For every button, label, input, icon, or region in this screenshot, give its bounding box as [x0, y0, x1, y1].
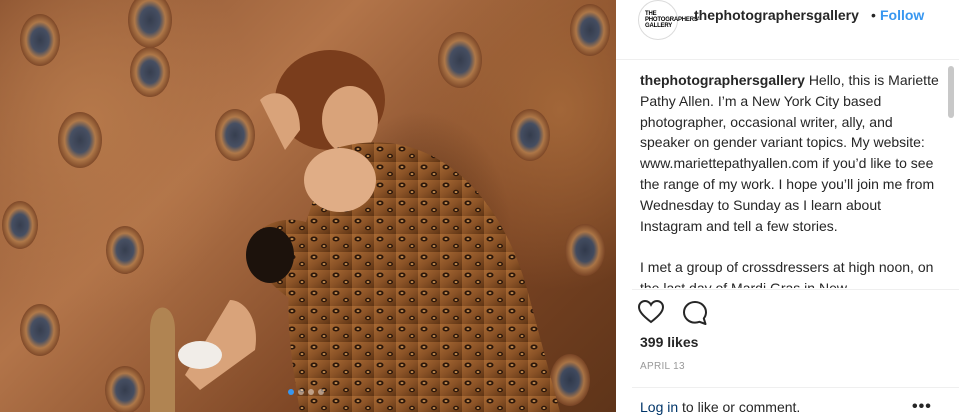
- carousel-dot: [298, 389, 304, 395]
- header-separator: •: [871, 7, 876, 23]
- follow-button[interactable]: Follow: [880, 7, 924, 23]
- caption-text: I met a group of crossdressers at high n…: [640, 259, 934, 288]
- carousel-dot: [318, 389, 324, 395]
- caption: thephotographersgallery Hello, this is M…: [640, 70, 945, 288]
- login-link[interactable]: Log in: [640, 399, 678, 415]
- post-side-panel: THE PHOTOGRAPHERS' GALLERY thephotograph…: [616, 0, 959, 415]
- scrollbar-thumb[interactable]: [948, 66, 954, 118]
- caption-paragraph: thephotographersgallery Hello, this is M…: [640, 70, 945, 236]
- login-prompt-text: to like or comment.: [678, 399, 801, 415]
- divider: [632, 289, 959, 290]
- divider: [632, 387, 959, 388]
- caption-scrollbar[interactable]: [948, 60, 954, 290]
- post-date: APRIL 13: [640, 361, 685, 372]
- post-header: THE PHOTOGRAPHERS' GALLERY thephotograph…: [616, 0, 959, 60]
- avatar-text-line: GALLERY: [645, 23, 673, 29]
- caption-scroll-area[interactable]: thephotographersgallery Hello, this is M…: [640, 70, 945, 288]
- caption-text: Hello, this is Mariette Pathy Allen. I’m…: [640, 72, 939, 234]
- carousel-indicator: [288, 389, 324, 395]
- avatar[interactable]: THE PHOTOGRAPHERS' GALLERY: [638, 0, 699, 40]
- carousel-dot: [308, 389, 314, 395]
- photo-artwork: [2, 0, 610, 412]
- comment-icon[interactable]: [682, 300, 708, 326]
- login-prompt: Log in to like or comment.: [640, 399, 800, 415]
- heart-icon[interactable]: [637, 299, 665, 324]
- caption-username-link[interactable]: thephotographersgallery: [640, 72, 805, 88]
- likes-count[interactable]: 399 likes: [640, 334, 698, 350]
- header-username-link[interactable]: thephotographersgallery: [694, 7, 859, 23]
- caption-paragraph: I met a group of crossdressers at high n…: [640, 257, 945, 288]
- post-photo[interactable]: [0, 0, 616, 412]
- more-options-button[interactable]: •••: [912, 398, 932, 416]
- carousel-dot-active: [288, 389, 294, 395]
